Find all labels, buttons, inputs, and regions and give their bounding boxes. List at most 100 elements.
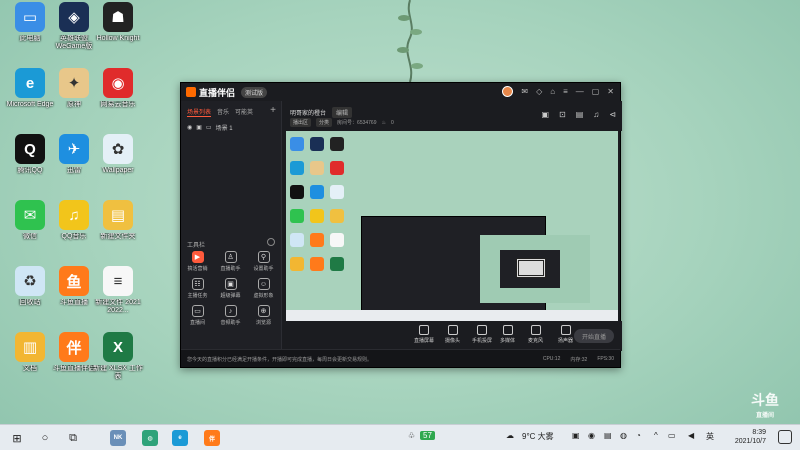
- close-icon[interactable]: ✕: [607, 87, 614, 96]
- broadcast-control[interactable]: 扬声器: [558, 325, 573, 344]
- system-clock[interactable]: 8:39 2021/10/7: [735, 428, 766, 446]
- broadcast-control[interactable]: 多媒体: [500, 325, 515, 344]
- edge-icon[interactable]: e: [172, 430, 188, 446]
- weather-text[interactable]: 9°C 大雾: [522, 431, 554, 442]
- category-chip[interactable]: 分类: [316, 118, 333, 127]
- stream-preview[interactable]: [286, 131, 618, 321]
- tray-app-icon[interactable]: ◍: [620, 431, 627, 440]
- app-logo: 直播伴侣: [186, 86, 235, 99]
- tab-scene-list[interactable]: 场景列表: [187, 107, 212, 117]
- broadcast-control[interactable]: 直播屏幕: [414, 325, 434, 344]
- desktop-icon[interactable]: X 新建 XLSX 工作表: [90, 332, 146, 390]
- tool-item[interactable]: ☺ 虚拟形象: [247, 278, 280, 299]
- control-label: 麦克风: [528, 338, 544, 344]
- edit-room-button[interactable]: 编辑: [332, 107, 353, 118]
- fish-logo-icon: [186, 87, 196, 97]
- tool-item[interactable]: ☷ 主播任务: [181, 278, 214, 299]
- desktop-app-icon: X: [103, 332, 133, 362]
- tool-item[interactable]: ▶ 搞活营销: [181, 251, 214, 272]
- network-icon[interactable]: ▭: [668, 431, 676, 440]
- control-icon: [477, 325, 487, 335]
- broadcast-control[interactable]: 摄像头: [445, 325, 460, 344]
- bell-icon[interactable]: ♫: [593, 110, 599, 119]
- preview-icon: [310, 257, 324, 271]
- control-label: 扬声器: [558, 338, 574, 344]
- weather-icon: ☁: [506, 431, 514, 440]
- recursive-frame: [516, 258, 546, 278]
- share-icon[interactable]: ⊲: [609, 110, 616, 119]
- preview-icon: [310, 233, 324, 247]
- desktop-icon[interactable]: ◉ 网易云音乐: [90, 68, 146, 126]
- search-icon[interactable]: ○: [36, 429, 54, 447]
- tab-music[interactable]: 音乐: [217, 107, 229, 117]
- windows-start-icon[interactable]: ⊞: [8, 429, 26, 447]
- lock-icon[interactable]: ▣: [196, 124, 202, 131]
- window-titlebar[interactable]: 直播伴侣 测试版 ✉ ◇ ⌂ ≡ — ▢ ✕: [181, 83, 620, 101]
- add-scene-icon[interactable]: +: [270, 105, 276, 116]
- broadcast-control[interactable]: 麦克风: [528, 325, 543, 344]
- scene-item[interactable]: ◉ ▣ ▭ 场景 1: [181, 120, 281, 135]
- memory-stat: 内存:32: [570, 357, 588, 363]
- tool-item[interactable]: ⊕ 浏览源: [247, 305, 280, 326]
- record-icon[interactable]: ▤: [576, 110, 584, 119]
- lock-room-icon[interactable]: ⊡: [559, 110, 566, 119]
- preview-icon: [290, 137, 304, 151]
- tools-more-icon[interactable]: [267, 238, 275, 246]
- desktop-app-icon: e: [15, 68, 45, 98]
- scene-tabs: 场景列表 音乐 可能英: [181, 101, 281, 120]
- live-companion-taskbar-icon[interactable]: 伴: [204, 430, 220, 446]
- preview-icon: [330, 185, 344, 199]
- desktop-icon[interactable]: ✿ Wallpaper: [90, 134, 146, 192]
- cpu-stat: CPU:12: [542, 356, 561, 362]
- preview-icon: [290, 185, 304, 199]
- tray-app-icon[interactable]: ◔: [636, 431, 641, 440]
- tray-app-icon[interactable]: ▣: [572, 431, 580, 440]
- taskbar-app-icon[interactable]: ◍: [142, 430, 158, 446]
- control-label: 手机投屏: [472, 338, 493, 344]
- tray-app-icon[interactable]: ▤: [604, 431, 612, 440]
- tools-title: 工具栏: [187, 243, 206, 249]
- tool-item[interactable]: ♙ 直播助手: [214, 251, 247, 272]
- room-info: 明哥家的橙台 编辑 播出区 分类 房间号：6534769 ♨ 0 ▣ ⊡ ▤ ♫…: [282, 101, 622, 131]
- taskbar-app-nk[interactable]: NK: [110, 430, 126, 446]
- desktop-icon[interactable]: ☗ Hollow Knight: [90, 2, 146, 60]
- eye-icon[interactable]: ◉: [187, 124, 192, 131]
- tab-other[interactable]: 可能英: [235, 107, 253, 117]
- volume-icon[interactable]: ◀: [688, 431, 694, 440]
- tool-item[interactable]: ▭ 直播间: [181, 305, 214, 326]
- skin-icon[interactable]: ⌂: [550, 87, 555, 96]
- desktop-icon-label: 新建文件夹: [100, 233, 136, 240]
- chevron-up-icon[interactable]: ^: [654, 431, 658, 440]
- tool-item[interactable]: ▣ 超级弹幕: [214, 278, 247, 299]
- broadcast-control[interactable]: 手机投屏: [472, 325, 492, 344]
- tool-item[interactable]: ♪ 音频助手: [214, 305, 247, 326]
- watermark-brand: 斗鱼: [751, 392, 779, 408]
- douyu-watermark: 斗鱼 直播间: [743, 390, 787, 419]
- gift-icon[interactable]: ◇: [536, 87, 542, 96]
- gift-box-icon[interactable]: ▣: [541, 110, 549, 119]
- battery-label: 57: [420, 431, 435, 440]
- desktop-icon[interactable]: ▤ 新建文件夹: [90, 200, 146, 258]
- desktop-icon-label: 网易云音乐: [100, 101, 136, 108]
- area-chip[interactable]: 播出区: [290, 118, 312, 127]
- notification-icon[interactable]: [778, 430, 792, 444]
- tool-label: 直播间: [189, 320, 205, 326]
- desktop-icon-label: Wallpaper: [102, 167, 134, 174]
- minimize-icon[interactable]: —: [576, 87, 584, 96]
- live-companion-window[interactable]: 直播伴侣 测试版 ✉ ◇ ⌂ ≡ — ▢ ✕ 场景列表 音乐 可能英 + ◉ ▣…: [180, 82, 622, 368]
- tool-item[interactable]: ⚲ 设置助手: [247, 251, 280, 272]
- tool-icon: ▶: [191, 251, 204, 263]
- menu-icon[interactable]: ≡: [563, 87, 568, 96]
- maximize-icon[interactable]: ▢: [592, 87, 600, 96]
- message-icon[interactable]: ✉: [521, 87, 528, 96]
- tool-label: 主播任务: [187, 293, 208, 299]
- preview-icon: [330, 137, 344, 151]
- ime-indicator[interactable]: 英: [706, 431, 714, 442]
- avatar[interactable]: [502, 86, 514, 97]
- clock-date: 2021/10/7: [734, 438, 766, 445]
- preview-icon: [310, 161, 324, 175]
- tray-app-icon[interactable]: ◉: [588, 431, 595, 440]
- start-live-button[interactable]: 开始直播: [574, 329, 614, 343]
- task-view-icon[interactable]: ⧉: [64, 429, 82, 447]
- desktop-icon[interactable]: ≡ 新建文件 2021 2022...: [90, 266, 146, 324]
